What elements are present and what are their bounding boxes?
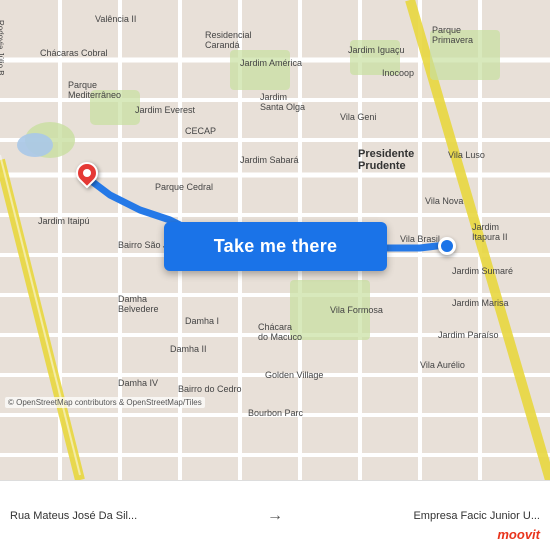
route-to: Empresa Facic Junior U... (291, 510, 540, 522)
moovit-logo: moovit (497, 527, 540, 542)
map-container: Valência II Chácaras Cobral ResidencialC… (0, 0, 550, 480)
destination-marker (438, 237, 456, 255)
take-me-there-button[interactable]: Take me there (164, 222, 387, 271)
take-me-there-label: Take me there (214, 236, 338, 257)
bottom-bar: Rua Mateus José Da Sil... → Empresa Faci… (0, 480, 550, 550)
route-from: Rua Mateus José Da Sil... (10, 510, 259, 522)
route-arrow: → (267, 507, 283, 525)
osm-credit: © OpenStreetMap contributors & OpenStree… (5, 397, 205, 408)
